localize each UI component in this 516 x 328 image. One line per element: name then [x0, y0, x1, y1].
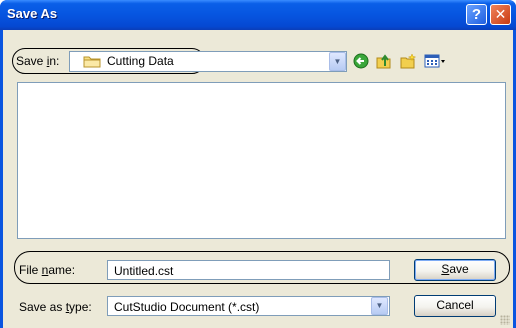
save-in-value: Cutting Data [107, 54, 174, 68]
file-name-label: File name: [19, 263, 76, 277]
save-in-label: Save in: [16, 54, 60, 68]
save-as-type-dropdown[interactable]: CutStudio Document (*.cst) [107, 296, 390, 316]
resize-grip[interactable] [500, 315, 510, 325]
window-title: Save As [7, 6, 58, 21]
save-as-type-dropdown-button[interactable]: ▼ [371, 297, 388, 315]
file-name-input[interactable]: Untitled.cst [107, 260, 390, 280]
save-in-dropdown-button[interactable]: ▼ [329, 52, 346, 71]
save-button[interactable]: Save [414, 259, 496, 281]
title-bar[interactable]: Save As ? ✕ [0, 0, 516, 30]
dialog-body: Save in: Cutting Data ▼ File name: Untit… [3, 30, 513, 328]
file-list-view[interactable] [17, 82, 506, 239]
save-as-dialog: Save As ? ✕ Save in: Cutting Data ▼ File… [0, 0, 516, 328]
cancel-button[interactable]: Cancel [414, 295, 496, 317]
help-button[interactable]: ? [466, 4, 487, 25]
new-folder-icon[interactable] [400, 53, 416, 69]
back-icon[interactable] [353, 53, 369, 69]
folder-icon [83, 56, 101, 68]
save-as-type-label: Save as type: [19, 300, 92, 314]
view-menu-icon[interactable] [424, 53, 446, 69]
up-folder-icon[interactable] [376, 53, 392, 69]
close-button[interactable]: ✕ [490, 4, 511, 25]
